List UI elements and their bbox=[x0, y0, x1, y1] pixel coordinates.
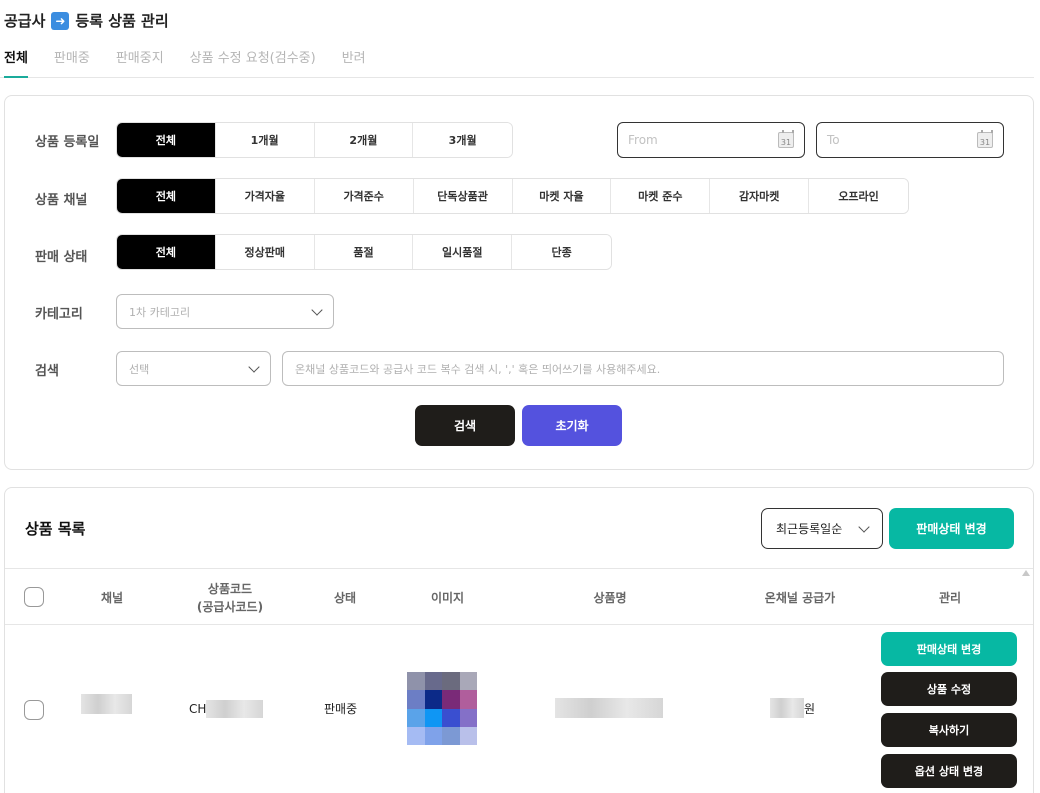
col-name: 상품명 bbox=[593, 590, 627, 605]
row-edit-button[interactable]: 상품 수정 bbox=[881, 672, 1017, 706]
calendar-icon[interactable]: 31 bbox=[977, 130, 993, 148]
arrow-right-icon: ➜ bbox=[51, 11, 70, 30]
chevron-down-icon bbox=[858, 520, 870, 533]
tab-on-sale[interactable]: 판매중 bbox=[54, 48, 90, 77]
row-copy-button[interactable]: 복사하기 bbox=[881, 713, 1017, 747]
bulk-status-change-button[interactable]: 판매상태 변경 bbox=[889, 508, 1014, 549]
thumbnail-pixel bbox=[424, 708, 442, 727]
channel-gamja-market[interactable]: 감자마켓 bbox=[710, 179, 810, 213]
search-button[interactable]: 검색 bbox=[415, 405, 515, 446]
status-tabs: 전체 판매중 판매중지 상품 수정 요청(검수중) 반려 bbox=[0, 48, 1034, 78]
search-label: 검색 bbox=[35, 364, 59, 379]
col-image: 이미지 bbox=[430, 590, 465, 605]
row-product-name bbox=[555, 698, 663, 718]
channel-price-fixed[interactable]: 가격준수 bbox=[314, 179, 414, 213]
thumbnail-pixel bbox=[459, 726, 477, 745]
date-from-input[interactable]: From 31 bbox=[617, 122, 805, 158]
thumbnail-pixel bbox=[424, 690, 442, 709]
reg-date-1m[interactable]: 1개월 bbox=[215, 123, 315, 157]
thumbnail-pixel bbox=[442, 726, 460, 745]
search-type-placeholder: 선택 bbox=[129, 362, 150, 376]
reg-date-segment: 전체 1개월 2개월 3개월 bbox=[116, 122, 513, 158]
row-product-code: CH bbox=[189, 700, 264, 718]
calendar-icon[interactable]: 31 bbox=[778, 130, 794, 148]
tab-all[interactable]: 전체 bbox=[4, 48, 28, 78]
date-from-placeholder: From bbox=[628, 133, 658, 147]
tab-edit-request[interactable]: 상품 수정 요청(검수중) bbox=[190, 48, 316, 77]
row-channel bbox=[81, 694, 132, 714]
col-status: 상태 bbox=[333, 590, 357, 605]
col-price: 온채널 공급가 bbox=[764, 590, 836, 605]
chevron-down-icon bbox=[248, 360, 260, 373]
date-to-input[interactable]: To 31 bbox=[816, 122, 1004, 158]
category-placeholder: 1차 카테고리 bbox=[129, 305, 191, 319]
sort-value: 최근등록일순 bbox=[776, 522, 843, 536]
sale-status-all[interactable]: 전체 bbox=[117, 235, 216, 269]
search-input-placeholder: 온채널 상품코드와 공급사 코드 복수 검색 시, ',' 혹은 띄어쓰기를 사… bbox=[295, 362, 661, 376]
thumbnail-pixel bbox=[459, 690, 477, 709]
col-code: 상품코드 (공급사코드) bbox=[196, 581, 264, 614]
thumbnail-pixel bbox=[459, 708, 477, 727]
search-input[interactable]: 온채널 상품코드와 공급사 코드 복수 검색 시, ',' 혹은 띄어쓰기를 사… bbox=[282, 351, 1004, 386]
thumbnail-pixel bbox=[407, 690, 425, 709]
reg-date-3m[interactable]: 3개월 bbox=[413, 123, 512, 157]
channel-label: 상품 채널 bbox=[35, 193, 88, 208]
thumbnail-pixel bbox=[407, 672, 425, 691]
product-thumbnail bbox=[407, 672, 477, 745]
channel-segment: 전체 가격자율 가격준수 단독상품관 마켓 자율 마켓 준수 감자마켓 오프라인 bbox=[116, 178, 909, 214]
thumbnail-pixel bbox=[442, 690, 460, 709]
channel-market-fixed[interactable]: 마켓 준수 bbox=[611, 179, 711, 213]
sale-status-soldout[interactable]: 품절 bbox=[314, 235, 414, 269]
col-channel: 채널 bbox=[100, 590, 124, 605]
product-list-panel: 상품 목록 최근등록일순 판매상태 변경 채널 상품코드 (공급사코드) 상태 … bbox=[4, 487, 1034, 793]
list-title: 상품 목록 bbox=[25, 520, 86, 538]
channel-exclusive[interactable]: 단독상품관 bbox=[413, 179, 513, 213]
reg-date-label: 상품 등록일 bbox=[35, 135, 100, 150]
date-to-placeholder: To bbox=[827, 133, 840, 147]
category-label: 카테고리 bbox=[35, 307, 83, 322]
sale-status-label: 판매 상태 bbox=[35, 250, 88, 265]
thumbnail-pixel bbox=[424, 672, 442, 691]
title-supplier: 공급사 bbox=[4, 12, 46, 30]
search-type-select[interactable]: 선택 bbox=[116, 351, 271, 386]
thumbnail-pixel bbox=[407, 726, 425, 745]
channel-all[interactable]: 전체 bbox=[117, 179, 216, 213]
sort-select[interactable]: 최근등록일순 bbox=[761, 508, 883, 549]
channel-market-free[interactable]: 마켓 자율 bbox=[512, 179, 612, 213]
reg-date-all[interactable]: 전체 bbox=[117, 123, 216, 157]
chevron-down-icon bbox=[311, 303, 323, 316]
thumbnail-pixel bbox=[442, 672, 460, 691]
thumbnail-pixel bbox=[459, 672, 477, 691]
table-header: 채널 상품코드 (공급사코드) 상태 이미지 상품명 온채널 공급가 관리 bbox=[5, 568, 1033, 625]
row-status-change-button[interactable]: 판매상태 변경 bbox=[881, 632, 1017, 666]
row-price: 원 bbox=[770, 698, 815, 718]
tab-sale-stopped[interactable]: 판매중지 bbox=[116, 48, 164, 77]
page-title: 공급사 ➜ 등록 상품 관리 bbox=[4, 10, 169, 31]
filter-panel: 상품 등록일 전체 1개월 2개월 3개월 From 31 To 31 상품 채… bbox=[4, 95, 1034, 470]
sale-status-segment: 전체 정상판매 품절 일시품절 단종 bbox=[116, 234, 612, 270]
tab-rejected[interactable]: 반려 bbox=[342, 48, 366, 77]
row-checkbox[interactable] bbox=[24, 700, 44, 720]
sale-status-temp-soldout[interactable]: 일시품절 bbox=[413, 235, 513, 269]
category-select[interactable]: 1차 카테고리 bbox=[116, 294, 334, 329]
select-all-checkbox[interactable] bbox=[24, 587, 44, 607]
title-page: 등록 상품 관리 bbox=[75, 12, 169, 30]
thumbnail-pixel bbox=[407, 708, 425, 727]
col-manage: 관리 bbox=[938, 590, 962, 605]
sale-status-normal[interactable]: 정상판매 bbox=[215, 235, 315, 269]
thumbnail-pixel bbox=[442, 708, 460, 727]
row-option-status-button[interactable]: 옵션 상태 변경 bbox=[881, 754, 1017, 788]
channel-offline[interactable]: 오프라인 bbox=[809, 179, 908, 213]
scroll-up-icon[interactable] bbox=[1022, 570, 1030, 576]
reg-date-2m[interactable]: 2개월 bbox=[314, 123, 414, 157]
reset-button[interactable]: 초기화 bbox=[522, 405, 622, 446]
thumbnail-pixel bbox=[424, 726, 442, 745]
channel-price-free[interactable]: 가격자율 bbox=[215, 179, 315, 213]
sale-status-discontinued[interactable]: 단종 bbox=[512, 235, 611, 269]
row-status: 판매중 bbox=[324, 702, 358, 716]
